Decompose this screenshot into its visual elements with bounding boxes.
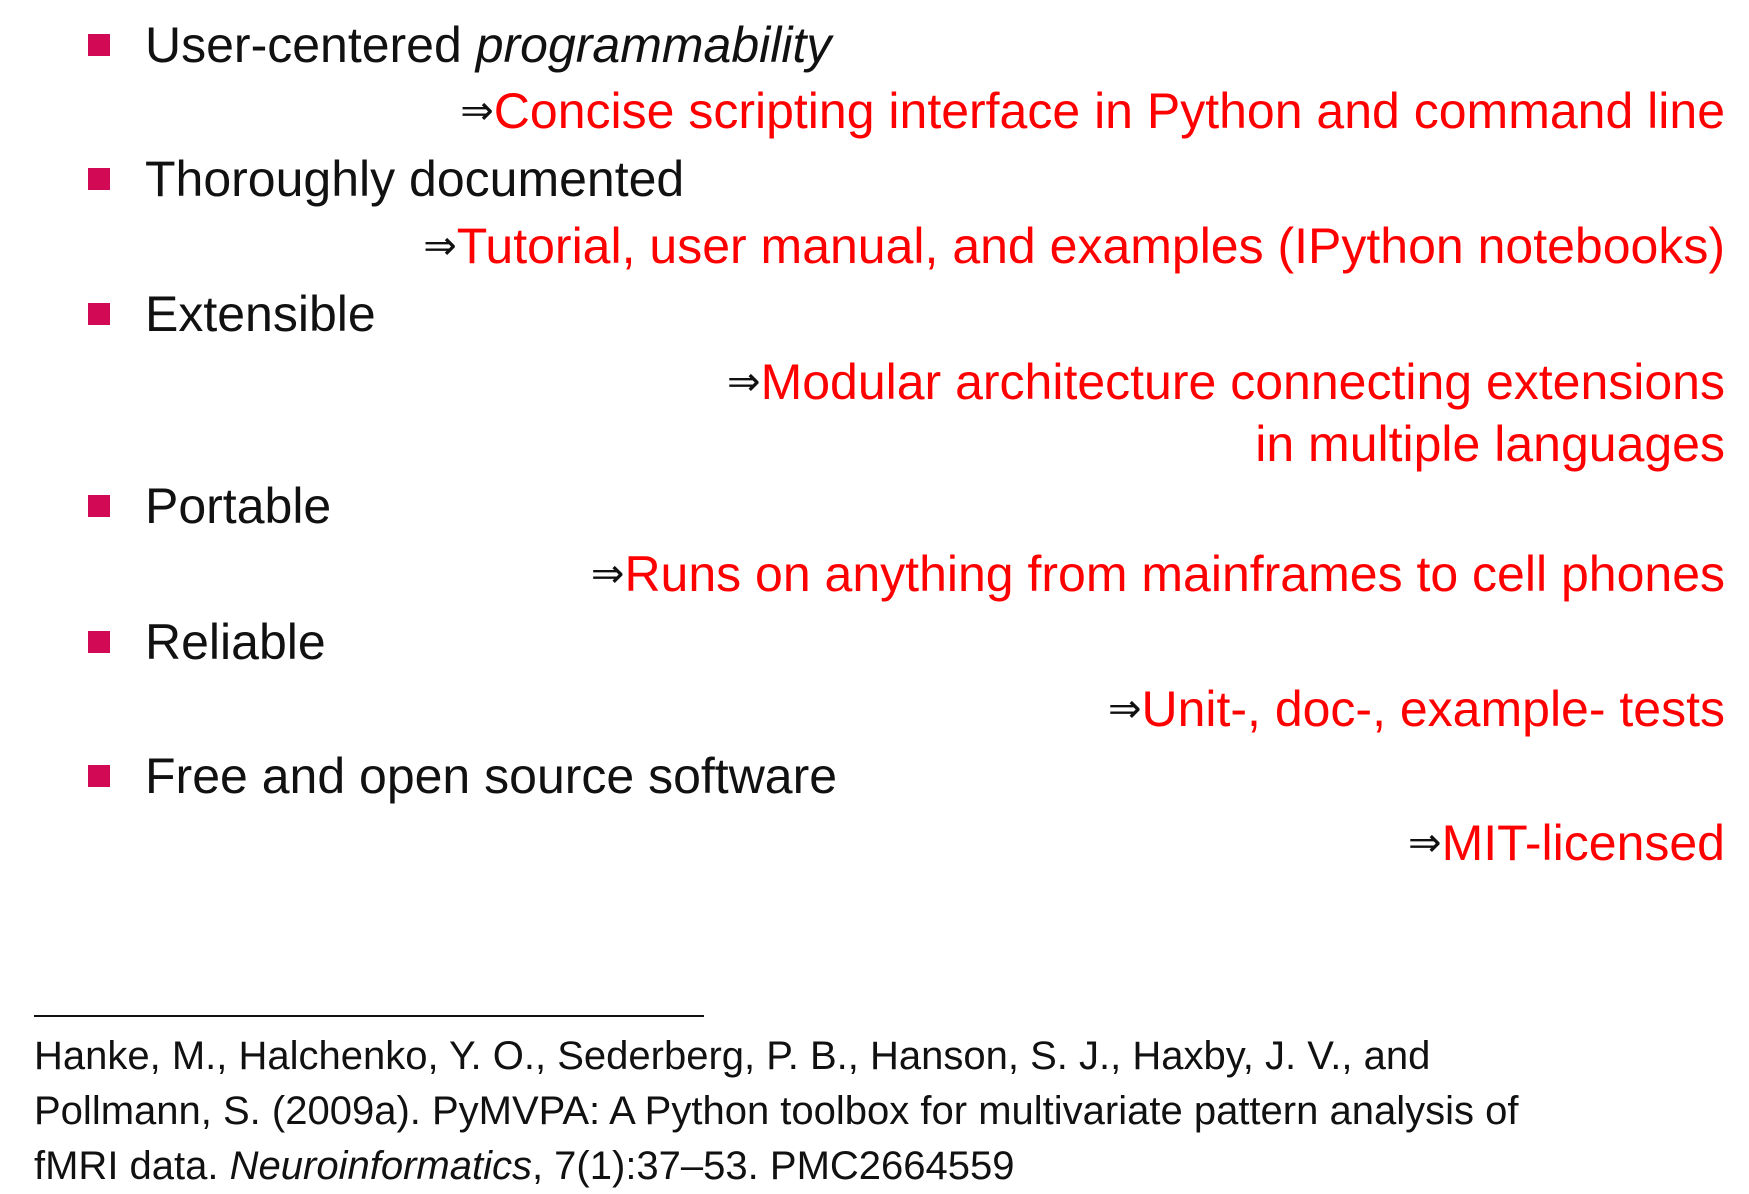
bullet-square-icon [88,631,110,653]
implies-arrow-icon: ⇒ [590,551,625,597]
implies-arrow-icon: ⇒ [460,88,494,134]
bullet-square-icon [88,765,110,787]
implies-arrow-icon: ⇒ [1408,820,1442,866]
feature-result-portable: ⇒Runs on anything from mainframes to cel… [591,543,1725,605]
feature-result-text: Concise scripting interface in Python an… [493,83,1725,139]
feature-result-text: Unit-, doc-, example- tests [1141,681,1725,737]
feature-item-extensible: Extensible [88,283,376,345]
slide: User-centered programmability ⇒Concise s… [0,0,1749,1191]
feature-result-programmability: ⇒Concise scripting interface in Python a… [460,80,1725,142]
feature-result-documented: ⇒Tutorial, user manual, and examples (IP… [423,215,1725,277]
feature-result-text: Modular architecture connecting extensio… [760,354,1725,410]
feature-result-extensible: ⇒Modular architecture connecting extensi… [727,351,1725,475]
feature-label: Thoroughly documented [145,151,685,207]
citation-line-3: fMRI data. Neuroinformatics, 7(1):37–53.… [34,1144,1015,1188]
feature-label: Free and open source software [145,748,838,804]
feature-item-portable: Portable [88,475,331,537]
citation-line-2: Pollmann, S. (2009a). PyMVPA: A Python t… [34,1089,1519,1133]
feature-result-reliable: ⇒Unit-, doc-, example- tests [1108,678,1725,740]
feature-label-emphasis: programmability [475,17,832,73]
feature-item-documented: Thoroughly documented [88,148,684,210]
footnote-divider [34,1015,704,1017]
bullet-square-icon [88,34,110,56]
feature-item-reliable: Reliable [88,611,326,673]
feature-item-programmability: User-centered programmability [88,14,831,76]
citation-line-1: Hanke, M., Halchenko, Y. O., Sederberg, … [34,1034,1431,1078]
citation-journal: Neuroinformatics [229,1144,532,1188]
feature-result-text: Tutorial, user manual, and examples (IPy… [456,218,1725,274]
feature-item-open-source: Free and open source software [88,745,837,807]
implies-arrow-icon: ⇒ [423,223,457,269]
implies-arrow-icon: ⇒ [1107,686,1142,732]
feature-result-text-continued: in multiple languages [1255,416,1725,472]
bullet-square-icon [88,303,110,325]
feature-label: Reliable [145,614,326,670]
bullet-square-icon [88,168,110,190]
feature-result-text: Runs on anything from mainframes to cell… [624,546,1725,602]
feature-result-open-source: ⇒MIT-licensed [1408,812,1725,874]
implies-arrow-icon: ⇒ [727,359,761,405]
bullet-square-icon [88,495,110,517]
feature-label: User-centered programmability [145,17,832,73]
feature-label: Portable [145,478,332,534]
feature-result-text: MIT-licensed [1441,815,1725,871]
feature-label: Extensible [145,286,376,342]
citation-footnote: Hanke, M., Halchenko, Y. O., Sederberg, … [34,1029,1734,1194]
